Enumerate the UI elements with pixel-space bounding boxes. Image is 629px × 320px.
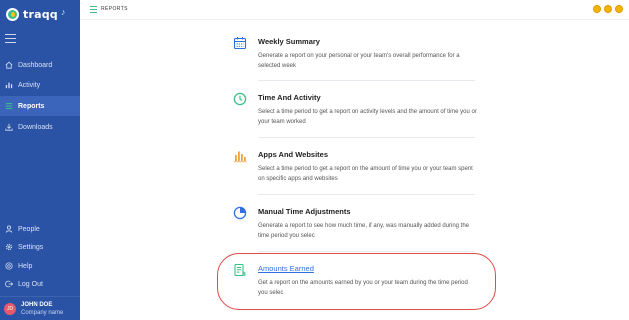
sidebar-item-people[interactable]: People xyxy=(0,219,80,239)
top-bar: REPORTS xyxy=(80,0,629,20)
report-title[interactable]: Manual Time Adjustments xyxy=(258,207,351,216)
status-dot[interactable] xyxy=(615,5,623,13)
help-icon xyxy=(5,262,13,270)
calendar-icon xyxy=(233,37,247,50)
pie-chart-icon xyxy=(233,206,247,220)
app-window: traqq ♪ Dashboard Activity Reports Downl… xyxy=(0,0,629,320)
bar-chart-icon xyxy=(234,151,247,163)
report-description: Generate a report to see how much time, … xyxy=(258,223,470,239)
sidebar-item-dashboard[interactable]: Dashboard xyxy=(0,55,80,75)
divider xyxy=(258,80,475,81)
user-name: JOHN DOE xyxy=(21,301,53,308)
report-title[interactable]: Apps And Websites xyxy=(258,150,328,159)
sidebar-item-label: Settings xyxy=(18,243,44,251)
report-title[interactable]: Weekly Summary xyxy=(258,37,320,46)
traqq-logo-icon xyxy=(6,7,19,21)
sidebar-item-log-out[interactable]: Log Out xyxy=(0,274,80,294)
list-icon xyxy=(5,103,13,109)
svg-text:$: $ xyxy=(242,272,246,277)
sidebar-item-label: Activity xyxy=(18,81,41,89)
sidebar-item-activity[interactable]: Activity xyxy=(0,75,80,95)
sidebar-item-label: People xyxy=(18,225,40,233)
page-title: REPORTS xyxy=(101,6,128,12)
person-icon xyxy=(5,225,13,233)
brand[interactable]: traqq ♪ xyxy=(6,6,65,22)
sidebar-item-help[interactable]: Help xyxy=(0,256,80,276)
divider xyxy=(258,137,475,138)
report-description: Select a time period to get a report on … xyxy=(258,109,477,125)
sidebar-item-label: Reports xyxy=(18,102,45,110)
status-dot[interactable] xyxy=(593,5,601,13)
window-controls xyxy=(593,5,623,13)
sidebar-toggle-button[interactable] xyxy=(5,34,16,43)
divider xyxy=(258,251,475,252)
clock-icon xyxy=(233,92,247,106)
status-dot[interactable] xyxy=(604,5,612,13)
report-title[interactable]: Time And Activity xyxy=(258,93,321,102)
company-name: Company name xyxy=(21,309,64,316)
brand-mark-icon: ♪ xyxy=(60,7,66,17)
sidebar-item-settings[interactable]: Settings xyxy=(0,237,80,257)
user-text: JOHN DOE Company name xyxy=(21,301,63,317)
report-description: Generate a report on your personal or yo… xyxy=(258,53,460,69)
sidebar-item-downloads[interactable]: Downloads xyxy=(0,117,80,137)
report-description: Select a time period to get a report on … xyxy=(258,166,473,182)
gear-icon xyxy=(5,243,13,251)
sidebar-item-label: Downloads xyxy=(18,123,53,131)
divider xyxy=(258,194,475,195)
logout-icon xyxy=(5,280,13,288)
bar-chart-icon xyxy=(5,82,13,89)
report-description: Get a report on the amounts earned by yo… xyxy=(258,280,468,296)
sidebar-item-label: Help xyxy=(18,262,33,270)
sidebar: traqq ♪ Dashboard Activity Reports Downl… xyxy=(0,0,80,320)
sidebar-item-reports[interactable]: Reports xyxy=(0,96,80,116)
download-icon xyxy=(5,123,13,131)
home-icon xyxy=(5,61,13,69)
user-profile[interactable]: JD JOHN DOE Company name xyxy=(0,296,80,320)
invoice-icon: $ xyxy=(234,263,246,277)
sidebar-item-label: Dashboard xyxy=(18,61,53,69)
report-title[interactable]: Amounts Earned xyxy=(258,264,314,273)
brand-name: traqq xyxy=(23,7,58,21)
list-icon xyxy=(90,6,97,13)
avatar: JD xyxy=(4,302,16,315)
sidebar-item-label: Log Out xyxy=(18,280,43,288)
